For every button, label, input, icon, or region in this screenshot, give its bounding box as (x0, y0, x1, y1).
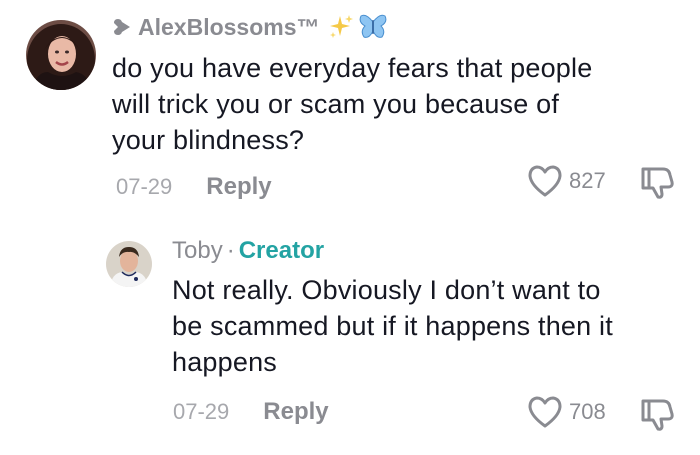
heart-cursor-icon (112, 17, 132, 37)
separator-dot: · (226, 237, 235, 264)
creator-badge: Creator (238, 237, 325, 264)
comment-text-line: Not really. Obviously I don’t want to (172, 275, 601, 305)
heart-icon (527, 164, 563, 198)
comment-text-line: your blindness? (112, 125, 305, 155)
thumbs-down-icon (641, 399, 674, 431)
reply-button[interactable]: Reply (206, 173, 271, 201)
comment-text-line: will trick you or scam you because of (112, 89, 560, 119)
heart-icon (527, 395, 563, 429)
comment-text: Not really. Obviously I don’t want to be… (172, 272, 692, 380)
like-count: 708 (569, 399, 606, 424)
avatar[interactable] (26, 20, 96, 90)
reply-button[interactable]: Reply (263, 398, 328, 426)
avatar-image (26, 20, 96, 90)
avatar[interactable] (106, 241, 152, 287)
comment-meta: 07-29 Reply (173, 397, 329, 427)
like-button[interactable]: 827 (527, 164, 606, 198)
like-button[interactable]: 708 (527, 395, 606, 429)
comment-date: 07-29 (173, 399, 230, 424)
thumbs-down-icon (641, 167, 674, 199)
like-count: 827 (569, 168, 606, 193)
dislike-button[interactable] (639, 165, 677, 201)
comment-top-level: AlexBlossoms™ do you have everyday fears… (0, 0, 700, 215)
comment-meta: 07-29 Reply (116, 172, 272, 202)
dislike-button[interactable] (639, 397, 677, 433)
comment-reply: Toby · Creator Not really. Obviously I d… (0, 225, 700, 455)
username-row: Toby · Creator (172, 235, 324, 267)
comment-date: 07-29 (116, 174, 173, 199)
comment-username[interactable]: AlexBlossoms™ (138, 14, 320, 41)
comment-text-line: do you have everyday fears that people (112, 53, 593, 83)
comment-text: do you have everyday fears that people w… (112, 50, 682, 158)
comment-text-line: happens (172, 347, 277, 377)
butterfly-icon (358, 12, 388, 42)
username-row: AlexBlossoms™ (112, 12, 388, 42)
comment-username[interactable]: Toby (172, 237, 223, 265)
sparkles-icon (328, 13, 356, 41)
avatar-image (106, 241, 152, 287)
comment-text-line: be scammed but if it happens then it (172, 311, 613, 341)
